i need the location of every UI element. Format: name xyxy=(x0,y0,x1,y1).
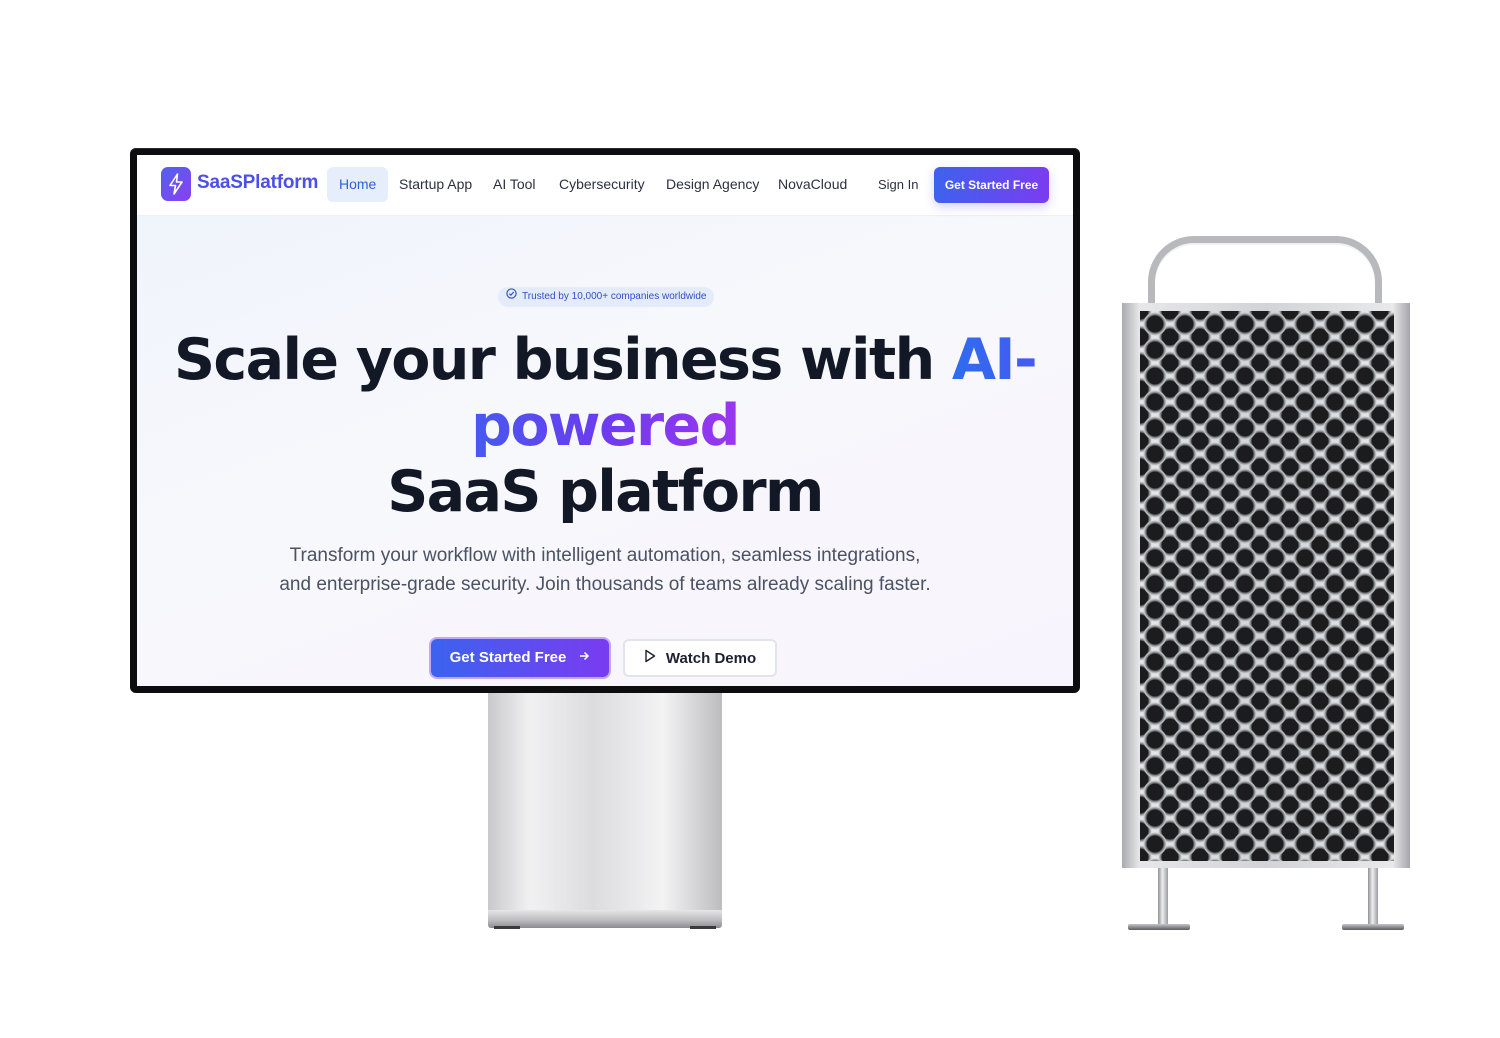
desktop-tower xyxy=(1122,303,1410,868)
get-started-label: Get Started Free xyxy=(449,649,567,666)
headline-part2: SaaS platform xyxy=(387,459,824,525)
subtext-line2: and enterprise-grade security. Join thou… xyxy=(279,574,931,595)
top-navbar: SaaSPlatform Home Startup App AI Tool Cy… xyxy=(137,155,1073,216)
trust-badge-text: Trusted by 10,000+ companies worldwide xyxy=(522,291,707,302)
monitor-stand xyxy=(488,693,722,913)
display-monitor: SaaSPlatform Home Startup App AI Tool Cy… xyxy=(130,148,1080,693)
hero-subtext: Transform your workflow with intelligent… xyxy=(257,541,953,599)
nav-item-design-agency[interactable]: Design Agency xyxy=(666,167,759,202)
brand-logo-text[interactable]: SaaSPlatform xyxy=(197,172,318,194)
tower-foot-left xyxy=(1128,924,1190,930)
subtext-line1: Transform your workflow with intelligent… xyxy=(289,545,921,566)
nav-item-home[interactable]: Home xyxy=(327,167,389,202)
nav-item-cybersecurity[interactable]: Cybersecurity xyxy=(559,167,645,202)
get-started-button[interactable]: Get Started Free xyxy=(431,639,609,677)
play-icon xyxy=(644,649,656,667)
check-circle-icon xyxy=(506,287,517,307)
arrow-right-icon xyxy=(578,639,590,677)
tower-vent-grille xyxy=(1140,311,1394,861)
trust-badge: Trusted by 10,000+ companies worldwide xyxy=(498,287,715,307)
monitor-stand-foot-left xyxy=(494,926,520,929)
watch-demo-button[interactable]: Watch Demo xyxy=(623,639,777,677)
watch-demo-label: Watch Demo xyxy=(665,649,757,667)
monitor-stand-base xyxy=(488,910,722,928)
website-screen: SaaSPlatform Home Startup App AI Tool Cy… xyxy=(137,155,1073,686)
hero-headline: Scale your business with AI-powered SaaS… xyxy=(137,327,1073,525)
tower-leg-right xyxy=(1368,868,1378,928)
headline-part1: Scale your business with xyxy=(173,327,952,393)
lightning-icon[interactable] xyxy=(161,167,191,201)
nav-item-novacloud[interactable]: NovaCloud xyxy=(778,167,847,202)
nav-item-ai-tool[interactable]: AI Tool xyxy=(493,167,536,202)
tower-foot-right xyxy=(1342,924,1404,930)
nav-get-started-button[interactable]: Get Started Free xyxy=(934,167,1049,203)
sign-in-link[interactable]: Sign In xyxy=(878,167,918,202)
tower-leg-left xyxy=(1158,868,1168,928)
nav-item-startup-app[interactable]: Startup App xyxy=(399,167,472,202)
monitor-stand-foot-right xyxy=(690,926,716,929)
